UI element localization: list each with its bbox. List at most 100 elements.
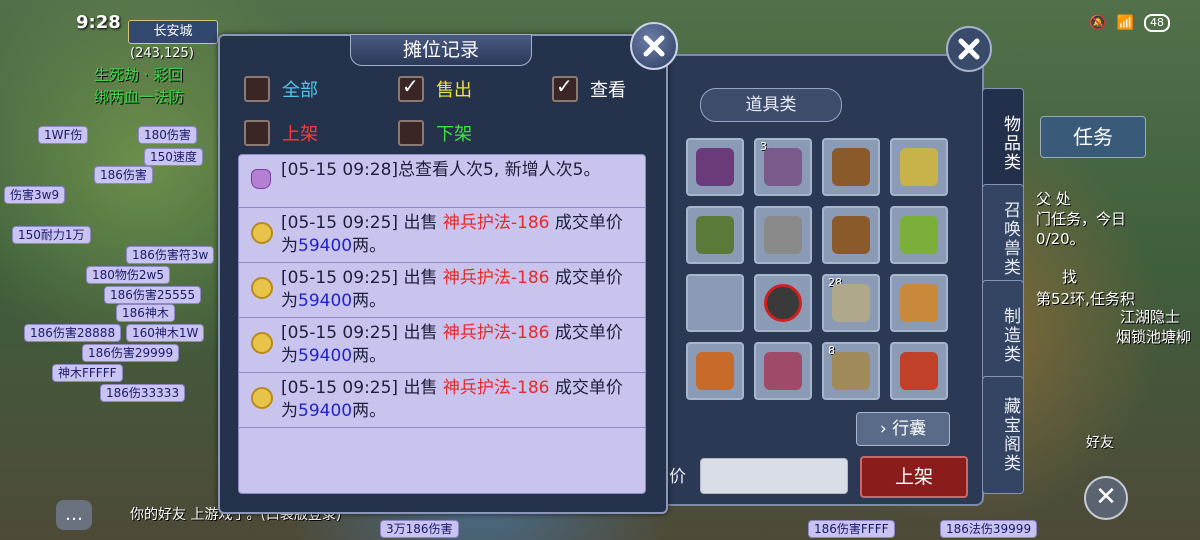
bg-chip: 180伤害 [138, 126, 197, 144]
entry-prefix: [05-15 09:25] 出售 [281, 213, 443, 233]
panel-title: 摊位记录 [350, 34, 532, 66]
entry-prefix: [05-15 09:25] 出售 [281, 268, 443, 288]
bg-chip: 186伤害 [94, 166, 153, 184]
tab-pets[interactable]: 召唤兽类 [982, 184, 1024, 294]
item-icon [696, 216, 734, 254]
friend-button[interactable]: 好友 [1086, 432, 1114, 452]
filter-all[interactable]: 全部 [244, 76, 318, 102]
filter-delisted[interactable]: 下架 [398, 120, 472, 146]
bg-chip: 150速度 [144, 148, 203, 166]
list-item-button[interactable]: 上架 [860, 456, 968, 498]
checkbox[interactable] [398, 120, 424, 146]
bg-chip: 186神木 [116, 304, 175, 322]
bg-text: 父 处 [1036, 190, 1071, 208]
item-icon [900, 148, 938, 186]
bg-chip: 1WF伤 [38, 126, 89, 144]
bag-panel: 道具类 3 28 8 › 行囊 单价 上架 [640, 26, 992, 506]
filter-sold[interactable]: 售出 [398, 74, 472, 102]
wifi-icon: 📶 [1116, 15, 1134, 31]
bag-close-button[interactable] [946, 26, 992, 72]
bg-text: 0/20。 [1036, 230, 1085, 248]
filter-label: 全部 [282, 80, 318, 101]
entry-prefix: [05-15 09:25] 出售 [281, 323, 443, 343]
bg-text: 找 [1062, 268, 1078, 286]
bag-slot[interactable] [754, 274, 812, 332]
item-icon [832, 284, 870, 322]
bg-chip: 186伤害FFFF [808, 520, 895, 538]
bag-slot[interactable] [822, 206, 880, 264]
bag-slot[interactable] [890, 138, 948, 196]
checkbox-checked[interactable] [398, 74, 424, 102]
checkbox[interactable] [244, 120, 270, 146]
bg-chip: 186伤害符3w [126, 246, 215, 264]
bg-chip: 186法伤39999 [940, 520, 1038, 538]
tab-items[interactable]: 物品类 [982, 88, 1024, 198]
item-icon [900, 284, 938, 322]
close-icon: ✕ [1095, 482, 1117, 512]
item-icon [900, 216, 938, 254]
price-input[interactable] [700, 458, 848, 494]
filter-viewed[interactable]: 查看 [552, 74, 626, 102]
checkbox-checked[interactable] [552, 74, 578, 102]
chat-icon: … [65, 504, 83, 525]
mute-icon: 🔕 [1089, 15, 1107, 31]
filter-label: 下架 [436, 124, 472, 145]
bag-slot[interactable] [686, 206, 744, 264]
close-icon [958, 38, 980, 60]
bag-slot[interactable] [686, 138, 744, 196]
log-entry-sale: [05-15 09:25] 出售 神兵护法-186 成交单价为59400两。 [239, 373, 645, 428]
entry-item: 神兵护法-186 [442, 378, 550, 398]
bag-slot[interactable] [890, 274, 948, 332]
bg-chip: 160神木1W [126, 324, 205, 342]
filter-listed[interactable]: 上架 [244, 120, 318, 146]
bag-slot[interactable] [890, 206, 948, 264]
bag-slot[interactable] [890, 342, 948, 400]
record-close-button[interactable] [630, 22, 678, 70]
bag-slot[interactable] [686, 342, 744, 400]
bg-chip: 186伤33333 [100, 384, 186, 402]
bag-toggle-button[interactable]: › 行囊 [856, 412, 950, 446]
coin-icon [251, 387, 273, 409]
bag-category-tab[interactable]: 道具类 [700, 88, 842, 122]
log-entry-sale: [05-15 09:25] 出售 神兵护法-186 成交单价为59400两。 [239, 263, 645, 318]
record-log-list[interactable]: [05-15 09:28]总查看人次5, 新增人次5。 [05-15 09:25… [238, 154, 646, 494]
item-icon [696, 148, 734, 186]
bag-slot[interactable] [686, 274, 744, 332]
item-icon [696, 352, 734, 390]
item-icon [832, 216, 870, 254]
bag-slot[interactable]: 3 [754, 138, 812, 196]
bag-slot[interactable]: 8 [822, 342, 880, 400]
chat-button[interactable]: … [56, 500, 92, 530]
item-icon [764, 148, 802, 186]
hud-close-button[interactable]: ✕ [1084, 476, 1128, 520]
coin-icon [251, 332, 273, 354]
item-icon [764, 216, 802, 254]
checkbox[interactable] [244, 76, 270, 102]
bg-chip: 180物伤2w5 [86, 266, 170, 284]
tab-crafting[interactable]: 制造类 [982, 280, 1024, 390]
bg-chip: 186伤害25555 [104, 286, 202, 304]
bag-slot[interactable] [822, 138, 880, 196]
filter-label: 上架 [282, 124, 318, 145]
bg-text: 门任务，今日 [1036, 210, 1127, 228]
bg-text: 绑两血一法防 [94, 88, 185, 106]
item-icon [900, 352, 938, 390]
chevron-right-icon: › [879, 419, 887, 439]
battery-icon: 48 [1144, 14, 1170, 32]
bag-slot[interactable] [754, 342, 812, 400]
log-entry-sale: [05-15 09:25] 出售 神兵护法-186 成交单价为59400两。 [239, 318, 645, 373]
task-button[interactable]: 任务 [1040, 116, 1146, 158]
item-icon [764, 352, 802, 390]
filter-label: 查看 [590, 80, 626, 101]
item-icon [832, 148, 870, 186]
bg-chip: 186伤害29999 [82, 344, 180, 362]
bag-slot[interactable] [754, 206, 812, 264]
tab-treasure-pavilion[interactable]: 藏宝阁类 [982, 376, 1024, 494]
bag-slot[interactable]: 28 [822, 274, 880, 332]
location-name[interactable]: 长安城 [128, 20, 218, 44]
entry-prefix: [05-15 09:25] 出售 [281, 378, 443, 398]
bg-chip: 186伤害28888 [24, 324, 122, 342]
bg-text: 生死劫 · 彩回 [94, 66, 184, 84]
coin-icon [251, 222, 273, 244]
entry-price: 59400 [298, 291, 353, 311]
